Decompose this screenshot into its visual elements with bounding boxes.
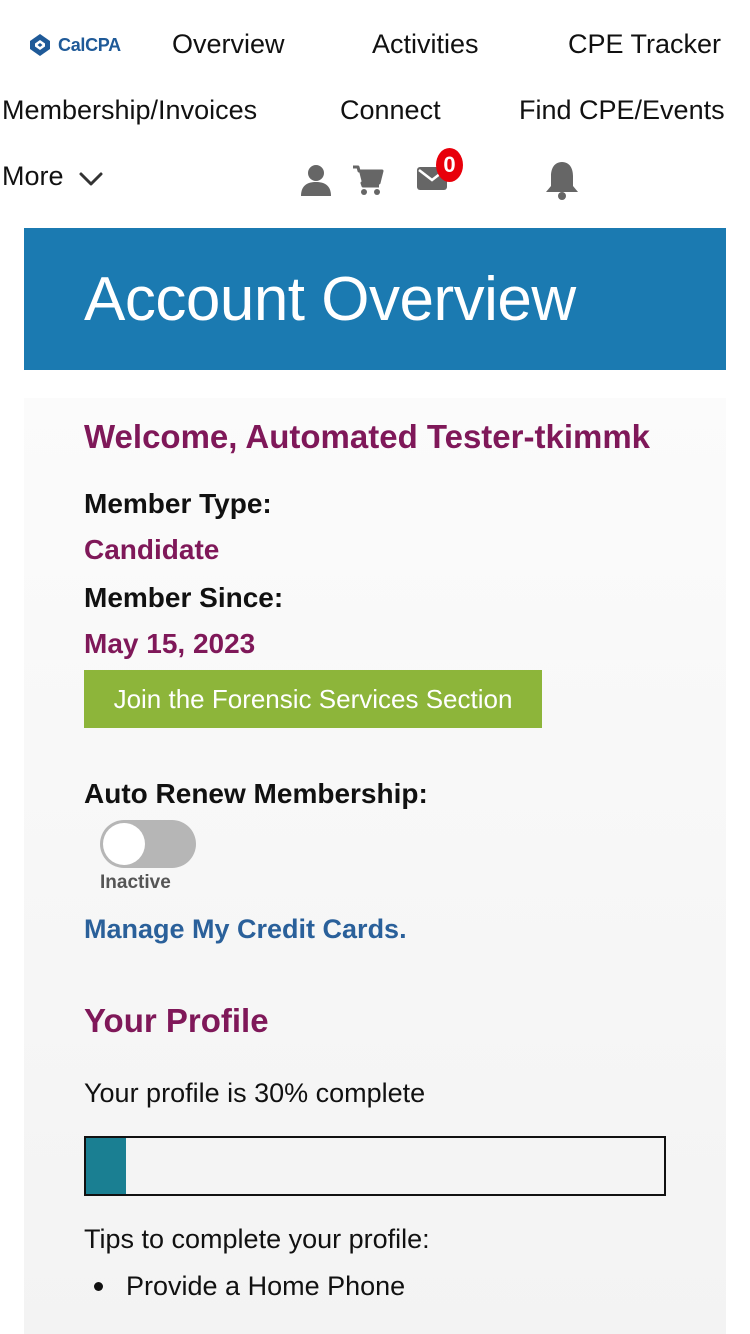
- member-since-label: Member Since:: [84, 582, 284, 613]
- user-icon[interactable]: [300, 164, 332, 196]
- nav-membership-invoices[interactable]: Membership/Invoices: [2, 94, 257, 126]
- join-forensic-section-button[interactable]: Join the Forensic Services Section: [84, 670, 542, 728]
- profile-progress-bar: [84, 1136, 666, 1196]
- auto-renew-status: Inactive: [100, 872, 171, 893]
- auto-renew-label: Auto Renew Membership:: [84, 778, 428, 809]
- calcpa-logo-icon: [30, 34, 50, 56]
- welcome-heading: Welcome, Automated Tester-tkimmk: [84, 418, 651, 455]
- profile-progress-fill: [86, 1138, 126, 1194]
- logo-text: CalCPA: [58, 34, 121, 55]
- profile-heading: Your Profile: [84, 1002, 269, 1039]
- page-banner: Account Overview: [24, 228, 726, 370]
- nav-more-label: More: [2, 161, 64, 191]
- toggle-knob: [103, 823, 145, 865]
- nav-more-menu[interactable]: More: [2, 160, 104, 192]
- nav-find-cpe-events[interactable]: Find CPE/Events: [519, 94, 725, 126]
- bell-icon[interactable]: [544, 160, 580, 200]
- message-count-badge: 0: [436, 148, 463, 182]
- nav-connect[interactable]: Connect: [340, 94, 441, 126]
- page-title: Account Overview: [84, 265, 576, 334]
- account-summary-card: Welcome, Automated Tester-tkimmk Member …: [24, 398, 726, 1334]
- profile-tips-heading: Tips to complete your profile:: [84, 1224, 430, 1254]
- member-type-label: Member Type:: [84, 488, 272, 519]
- auto-renew-toggle[interactable]: [100, 820, 196, 868]
- nav-activities[interactable]: Activities: [372, 28, 479, 60]
- calcpa-logo[interactable]: CalCPA: [28, 32, 121, 58]
- profile-completion-text: Your profile is 30% complete: [84, 1078, 426, 1108]
- list-item: Provide a Home Phone: [84, 1266, 405, 1312]
- page: CalCPA Overview Activities CPE Tracker M…: [0, 0, 750, 1334]
- manage-credit-cards-link[interactable]: Manage My Credit Cards.: [84, 914, 407, 945]
- nav-overview[interactable]: Overview: [172, 28, 285, 60]
- cart-icon[interactable]: [352, 164, 384, 196]
- member-since-value: May 15, 2023: [84, 628, 256, 659]
- nav-cpe-tracker[interactable]: CPE Tracker: [568, 28, 721, 60]
- member-type-value: Candidate: [84, 534, 220, 565]
- profile-tips-list: Provide a Home Phone: [84, 1266, 405, 1312]
- chevron-down-icon: [79, 172, 103, 186]
